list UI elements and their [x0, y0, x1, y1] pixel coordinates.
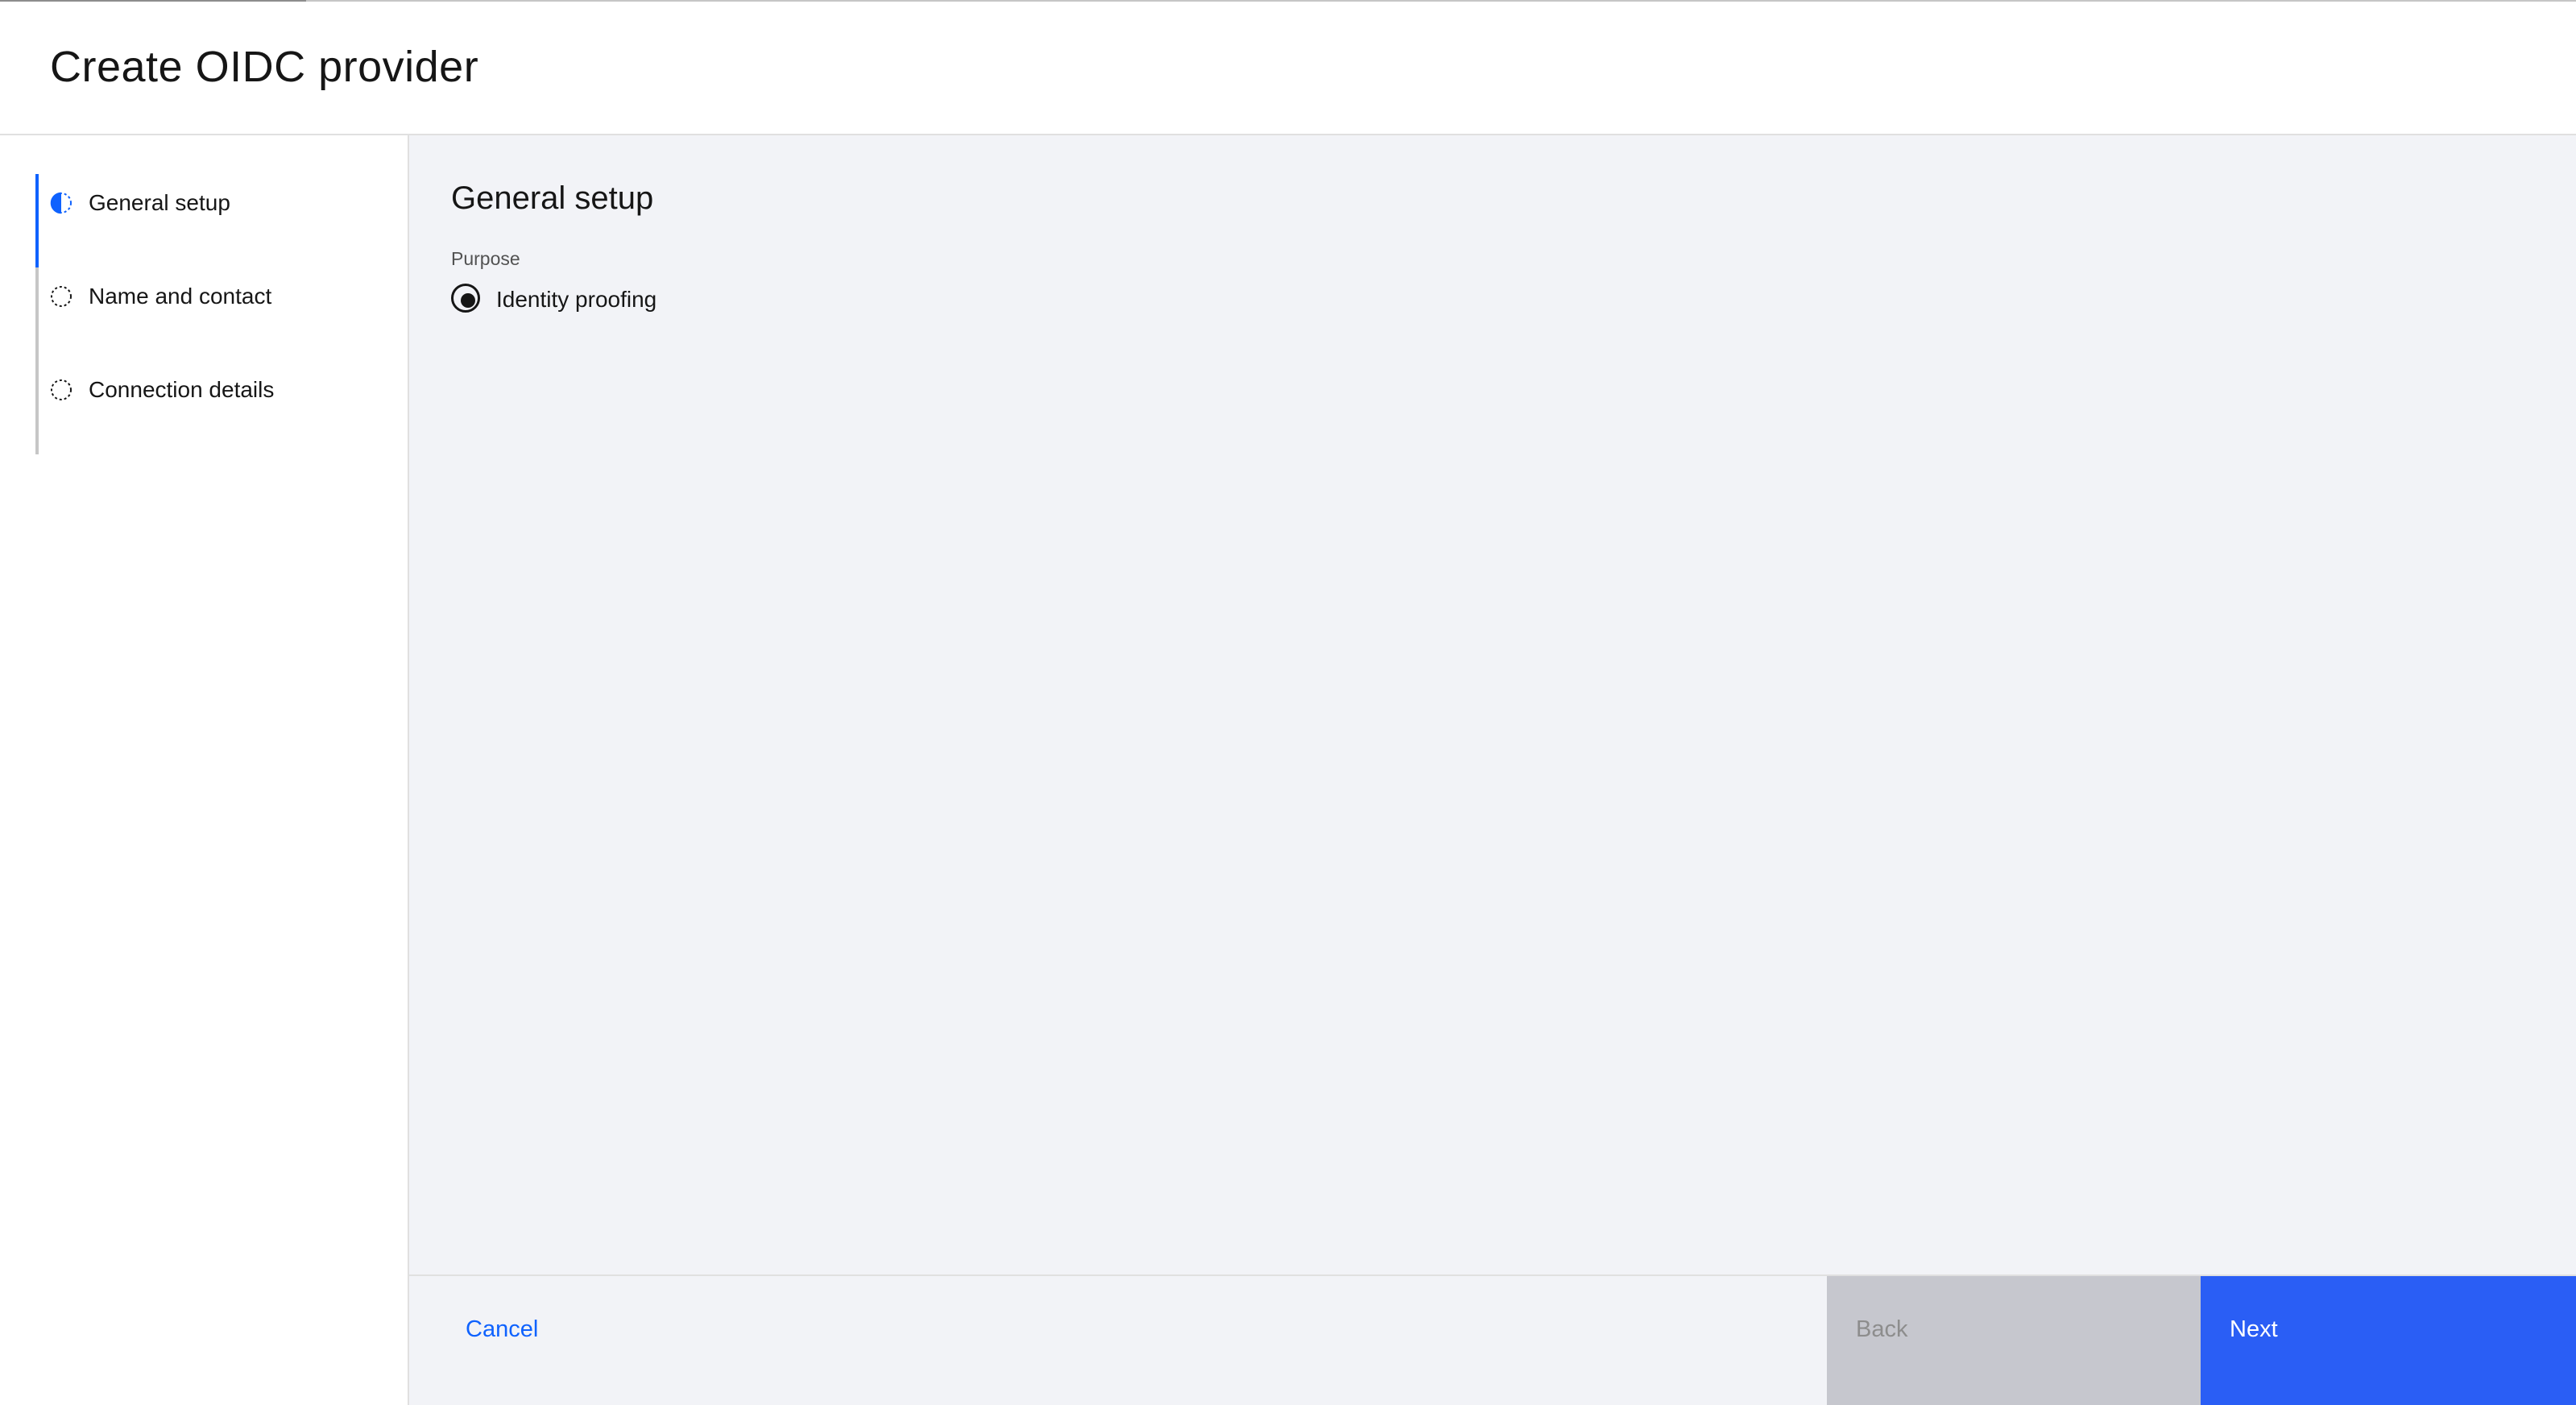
- back-button-label: Back: [1856, 1316, 1908, 1342]
- page-title: Create OIDC provider: [50, 43, 479, 91]
- dashed-circle-icon: [51, 379, 72, 400]
- wizard-footer: Cancel Back Next: [409, 1274, 2576, 1405]
- half-circle-icon: [50, 192, 72, 214]
- radio-label: Identity proofing: [496, 287, 657, 312]
- radio-dot: [461, 293, 475, 308]
- next-button[interactable]: Next: [2201, 1276, 2576, 1405]
- dashed-circle-icon: [51, 286, 72, 307]
- page-header: Create OIDC provider: [0, 2, 2576, 135]
- progress-indicator: General setup Name and contact Connectio…: [0, 135, 409, 1405]
- radio-selected-icon: [451, 284, 480, 313]
- step-label: Name and contact: [89, 284, 272, 309]
- step-content: General setup Purpose Identity proofing: [409, 135, 2576, 1276]
- cancel-button-label: Cancel: [466, 1316, 539, 1342]
- next-button-label: Next: [2230, 1316, 2278, 1342]
- step-label: General setup: [89, 190, 230, 215]
- step-general-setup[interactable]: General setup: [35, 174, 406, 267]
- step-progress-bar: [35, 361, 39, 454]
- section-heading: General setup: [451, 180, 654, 216]
- step-label: Connection details: [89, 377, 275, 402]
- cancel-button[interactable]: Cancel: [409, 1276, 1827, 1405]
- back-button[interactable]: Back: [1827, 1276, 2201, 1405]
- step-progress-bar: [35, 174, 39, 267]
- step-connection-details[interactable]: Connection details: [35, 361, 406, 454]
- step-progress-bar: [35, 267, 39, 361]
- purpose-label: Purpose: [451, 248, 520, 269]
- step-name-and-contact[interactable]: Name and contact: [35, 267, 406, 361]
